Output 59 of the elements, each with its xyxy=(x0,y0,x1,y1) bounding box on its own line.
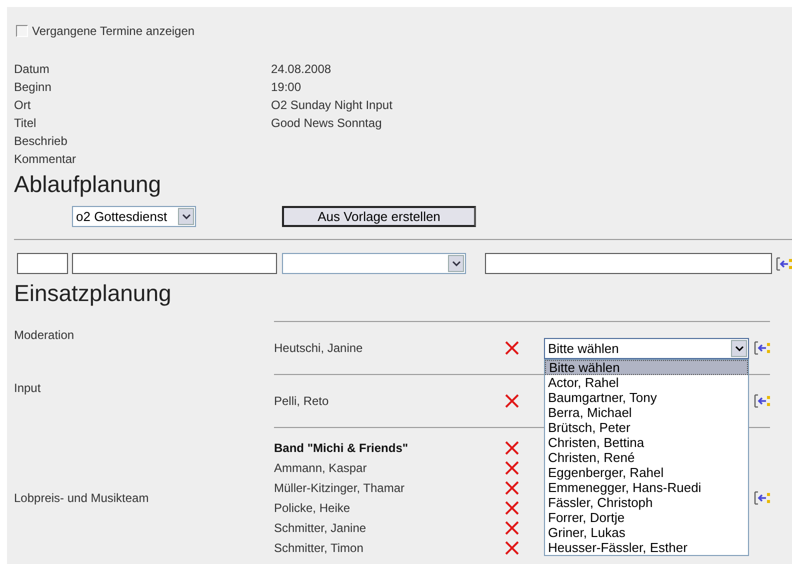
member-name: Heutschi, Janine xyxy=(274,341,364,355)
detail-label: Datum xyxy=(14,61,50,78)
section-heading: Einsatzplanung xyxy=(14,279,172,307)
arrow-bracket-icon[interactable] xyxy=(754,490,770,506)
detail-value: O2 Sunday Night Input xyxy=(271,97,394,114)
detail-value: 19:00 xyxy=(271,79,302,96)
detail-value: 24.08.2008 xyxy=(271,61,332,78)
input-field[interactable] xyxy=(72,253,277,274)
chevron-down-icon xyxy=(182,212,190,220)
template-select[interactable]: o2 Gottesdienst xyxy=(72,206,196,226)
role-label: Input xyxy=(14,380,42,395)
delete-icon[interactable] xyxy=(505,481,519,495)
create-from-template-button[interactable]: Aus Vorlage erstellen xyxy=(282,206,476,226)
dropdown-option[interactable]: Eggenberger, Rahel xyxy=(545,464,748,480)
member-name: Ammann, Kaspar xyxy=(274,461,368,475)
arrow-bracket-icon[interactable] xyxy=(754,340,770,356)
section-heading: Ablaufplanung xyxy=(14,170,162,198)
dropdown-option[interactable]: Brütsch, Peter xyxy=(545,420,748,434)
chevron-down-icon xyxy=(452,260,460,267)
member-name: Policke, Heike xyxy=(274,501,352,515)
dropdown-option[interactable]: Griner, Lukas xyxy=(545,524,748,540)
detail-label: Beginn xyxy=(14,79,52,96)
member-name: Pelli, Reto xyxy=(274,394,330,408)
dropdown-option[interactable]: Bitte wählen xyxy=(545,360,748,374)
member-name: Müller-Kitzinger, Thamar xyxy=(274,481,406,495)
role-label: Moderation xyxy=(14,327,76,342)
detail-value: Good News Sonntag xyxy=(271,115,383,132)
arrow-bracket-icon[interactable] xyxy=(776,256,792,272)
member-name: Schmitter, Timon xyxy=(274,541,364,555)
detail-label: Titel xyxy=(14,115,38,132)
chevron-down-icon xyxy=(734,344,744,352)
delete-icon[interactable] xyxy=(505,441,519,455)
detail-label: Beschrieb xyxy=(14,133,68,150)
member-name: Schmitter, Janine xyxy=(274,521,368,535)
checkbox[interactable] xyxy=(16,25,28,37)
delete-icon[interactable] xyxy=(505,341,519,355)
delete-icon[interactable] xyxy=(505,541,519,555)
checkbox-label[interactable]: Vergangene Termine anzeigen xyxy=(32,24,195,38)
arrow-bracket-icon[interactable] xyxy=(754,393,770,409)
dropdown-option[interactable]: Christen, Bettina xyxy=(545,434,748,450)
delete-icon[interactable] xyxy=(505,394,519,408)
delete-icon[interactable] xyxy=(505,461,519,475)
select-field[interactable] xyxy=(282,253,466,274)
dropdown-option[interactable]: Christen, René xyxy=(545,450,748,464)
dropdown-option[interactable]: Fässler, Christoph xyxy=(545,494,748,510)
input-field[interactable] xyxy=(17,253,68,274)
delete-icon[interactable] xyxy=(505,501,519,515)
dropdown-option[interactable]: Heusser-Fässler, Esther xyxy=(545,540,748,554)
dropdown-option[interactable]: Actor, Rahel xyxy=(545,374,748,390)
dropdown-option[interactable]: Emmenegger, Hans-Ruedi xyxy=(545,480,748,494)
member-name: Band "Michi & Friends" xyxy=(274,441,410,455)
delete-icon[interactable] xyxy=(505,521,519,535)
detail-label: Kommentar xyxy=(14,151,78,168)
dropdown-option[interactable]: Forrer, Dortje xyxy=(545,510,748,524)
dropdown-option[interactable]: Berra, Michael xyxy=(545,404,748,420)
detail-label: Ort xyxy=(14,97,32,114)
dropdown-option[interactable]: Baumgartner, Tony xyxy=(545,390,748,404)
role-label: Lobpreis- und Musikteam xyxy=(14,490,150,504)
input-field[interactable] xyxy=(485,253,772,274)
